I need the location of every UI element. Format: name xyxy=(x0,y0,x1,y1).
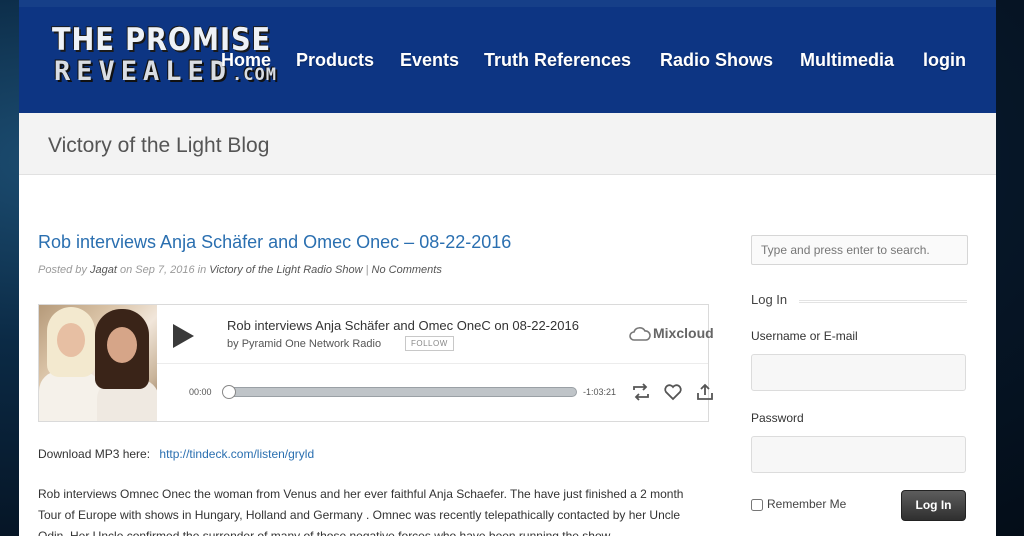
page-title: Victory of the Light Blog xyxy=(48,134,270,157)
nav-login[interactable]: login xyxy=(923,50,966,71)
nav-truth-references[interactable]: Truth References xyxy=(484,50,631,71)
username-field[interactable] xyxy=(751,354,966,391)
post-title-link[interactable]: Rob interviews Anja Schäfer and Omec One… xyxy=(38,232,511,253)
download-label: Download MP3 here: xyxy=(38,447,151,461)
meta-separator: | xyxy=(365,264,369,276)
download-line: Download MP3 here: http://tindeck.com/li… xyxy=(38,447,314,461)
remember-me-row[interactable]: Remember Me xyxy=(751,497,846,511)
remember-me-label: Remember Me xyxy=(767,497,847,511)
progress-bar[interactable] xyxy=(222,385,577,399)
meta-author-link[interactable]: Jagat xyxy=(90,264,117,276)
meta-category-link[interactable]: Victory of the Light Radio Show xyxy=(209,264,362,276)
page-container: THE PROMISE REVEALED.COM Home Products E… xyxy=(19,0,996,536)
player-divider xyxy=(157,363,708,364)
username-label: Username or E-mail xyxy=(751,329,858,343)
track-title[interactable]: Rob interviews Anja Schäfer and Omec One… xyxy=(227,318,579,333)
login-widget-divider xyxy=(799,300,967,303)
meta-comments-link[interactable]: No Comments xyxy=(372,264,442,276)
cover-figure-2-face xyxy=(107,327,137,363)
nav-products[interactable]: Products xyxy=(296,50,374,71)
login-button[interactable]: Log In xyxy=(901,490,966,521)
cover-figure-1-face xyxy=(57,323,85,357)
nav-multimedia[interactable]: Multimedia xyxy=(800,50,894,71)
meta-posted-by: Posted by xyxy=(38,264,87,276)
download-mp3-link[interactable]: http://tindeck.com/listen/gryld xyxy=(159,447,314,461)
page-title-bar: Victory of the Light Blog xyxy=(19,113,996,175)
follow-button[interactable]: FOLLOW xyxy=(405,336,454,351)
share-icon[interactable] xyxy=(695,383,715,401)
post-body-text: Rob interviews Omnec Onec the woman from… xyxy=(38,487,684,536)
meta-date: on Sep 7, 2016 in xyxy=(119,264,207,276)
track-artist-line: by Pyramid One Network Radio xyxy=(227,338,381,350)
track-artist-link[interactable]: Pyramid One Network Radio xyxy=(242,338,381,350)
nav-radio-shows[interactable]: Radio Shows xyxy=(660,50,773,71)
repeat-icon[interactable] xyxy=(631,383,651,401)
time-remaining: -1:03:21 xyxy=(583,387,617,397)
mixcloud-cloud-icon xyxy=(629,327,651,342)
heart-icon[interactable] xyxy=(663,383,683,401)
track-by-prefix: by xyxy=(227,338,239,350)
nav-events[interactable]: Events xyxy=(400,50,459,71)
post-meta: Posted by Jagat on Sep 7, 2016 in Victor… xyxy=(38,264,442,276)
time-elapsed: 00:00 xyxy=(189,387,212,397)
password-field[interactable] xyxy=(751,436,966,473)
login-widget-title: Log In xyxy=(751,292,788,307)
password-label: Password xyxy=(751,411,804,425)
remember-me-checkbox[interactable] xyxy=(751,498,763,511)
cover-figure-1-body xyxy=(39,371,101,421)
progress-handle[interactable] xyxy=(222,385,236,399)
track-cover-image[interactable] xyxy=(39,305,157,421)
main-nav: Home Products Events Truth References Ra… xyxy=(19,50,996,76)
play-icon[interactable] xyxy=(171,323,195,349)
mixcloud-player: Rob interviews Anja Schäfer and Omec One… xyxy=(38,304,714,422)
mixcloud-brand[interactable]: Mixcloud xyxy=(629,325,714,345)
mixcloud-brand-text: Mixcloud xyxy=(653,325,714,341)
nav-home[interactable]: Home xyxy=(221,50,271,71)
site-header: THE PROMISE REVEALED.COM Home Products E… xyxy=(19,0,996,113)
search-input[interactable] xyxy=(751,235,968,265)
